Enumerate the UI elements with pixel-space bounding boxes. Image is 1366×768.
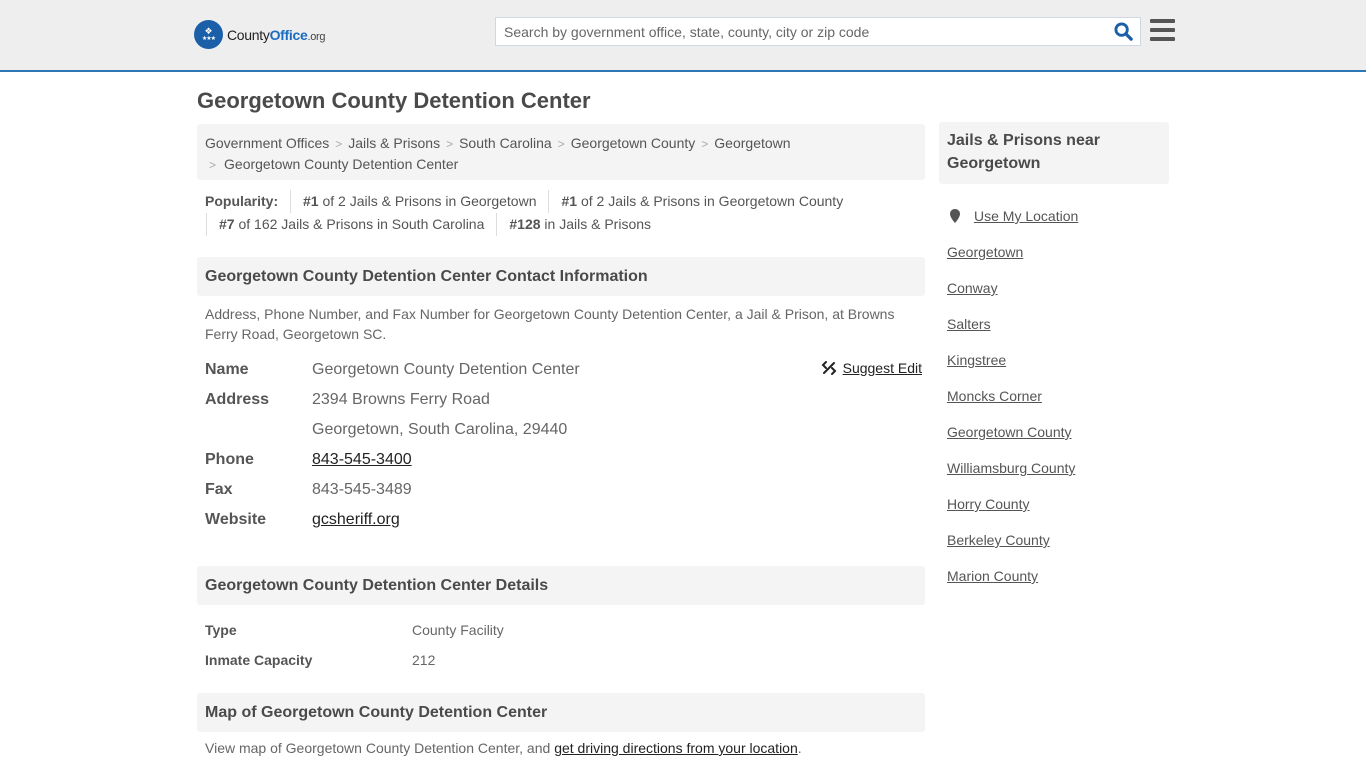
- details-section-heading: Georgetown County Detention Center Detai…: [197, 566, 925, 605]
- breadcrumb-separator: >: [335, 137, 343, 151]
- contact-row-fax: Fax 843-545-3489: [205, 481, 412, 498]
- page-title: Georgetown County Detention Center: [197, 88, 591, 113]
- breadcrumb-current: Georgetown County Detention Center: [224, 156, 459, 172]
- popularity-rankings: Popularity: #1 of 2 Jails & Prisons in G…: [205, 190, 925, 236]
- nearby-item: Georgetown: [947, 234, 1167, 270]
- nearby-link[interactable]: Marion County: [947, 568, 1038, 584]
- map-note: View map of Georgetown County Detention …: [205, 740, 802, 756]
- popularity-label: Popularity:: [205, 193, 279, 209]
- logo-text: CountyOffice.org: [227, 26, 326, 43]
- breadcrumb-separator: >: [701, 137, 709, 151]
- nearby-item: Marion County: [947, 558, 1167, 594]
- website-link[interactable]: gcsheriff.org: [312, 511, 400, 528]
- contact-section-heading: Georgetown County Detention Center Conta…: [197, 257, 925, 296]
- search-input[interactable]: [496, 18, 1106, 45]
- breadcrumb-item[interactable]: Government Offices: [205, 135, 329, 151]
- breadcrumb: Government Offices > Jails & Prisons > South…: [197, 124, 925, 180]
- use-my-location[interactable]: Use My Location: [947, 198, 1167, 234]
- nearby-link[interactable]: Berkeley County: [947, 532, 1050, 548]
- nearby-link[interactable]: Horry County: [947, 496, 1029, 512]
- map-pin-icon: [950, 209, 960, 223]
- fax-number: 843-545-3489: [312, 481, 412, 498]
- nearby-item: Williamsburg County: [947, 450, 1167, 486]
- details-table: Type County Facility Inmate Capacity 212: [205, 615, 925, 675]
- nearby-item: Georgetown County: [947, 414, 1167, 450]
- search-icon: [1113, 22, 1133, 41]
- nearby-item: Conway: [947, 270, 1167, 306]
- breadcrumb-separator: >: [209, 158, 217, 172]
- nearby-item: Moncks Corner: [947, 378, 1167, 414]
- breadcrumb-separator: >: [446, 137, 454, 151]
- suggest-edit[interactable]: Suggest Edit: [821, 360, 922, 376]
- details-row: Type County Facility: [205, 622, 504, 638]
- facility-name: Georgetown County Detention Center: [312, 361, 580, 378]
- nearby-link[interactable]: Conway: [947, 280, 998, 296]
- use-my-location-link[interactable]: Use My Location: [974, 208, 1078, 224]
- popularity-item: #7 of 162 Jails & Prisons in South Carol…: [206, 213, 496, 236]
- contact-row-website: Website gcsheriff.org: [205, 511, 400, 528]
- nearby-link[interactable]: Moncks Corner: [947, 388, 1042, 404]
- nearby-item: Berkeley County: [947, 522, 1167, 558]
- nearby-link[interactable]: Georgetown County: [947, 424, 1072, 440]
- breadcrumb-separator: >: [557, 137, 565, 151]
- breadcrumb-item[interactable]: Georgetown: [714, 135, 790, 151]
- suggest-edit-link[interactable]: Suggest Edit: [843, 360, 922, 376]
- search-bar: [495, 17, 1141, 46]
- nearby-link[interactable]: Kingstree: [947, 352, 1006, 368]
- eagle-logo-icon: ❖ ★★★: [194, 20, 223, 49]
- map-section-heading: Map of Georgetown County Detention Cente…: [197, 693, 925, 732]
- nearby-list: Use My Location Georgetown Conway Salter…: [947, 198, 1167, 594]
- nearby-item: Kingstree: [947, 342, 1167, 378]
- search-button[interactable]: [1106, 18, 1140, 45]
- popularity-item: #128 in Jails & Prisons: [496, 213, 663, 236]
- hamburger-menu-icon[interactable]: [1150, 19, 1175, 41]
- nearby-item: Horry County: [947, 486, 1167, 522]
- popularity-item: #1 of 2 Jails & Prisons in Georgetown Co…: [548, 190, 855, 213]
- address-line1: 2394 Browns Ferry Road: [312, 391, 490, 408]
- contact-row-name: Name Georgetown County Detention Center: [205, 361, 580, 378]
- nearby-link[interactable]: Salters: [947, 316, 991, 332]
- contact-row-address2: Georgetown, South Carolina, 29440: [205, 415, 925, 445]
- nearby-link[interactable]: Georgetown: [947, 244, 1023, 260]
- popularity-item: #1 of 2 Jails & Prisons in Georgetown: [290, 190, 548, 213]
- site-header: ❖ ★★★ CountyOffice.org: [0, 0, 1366, 72]
- nearby-item: Salters: [947, 306, 1167, 342]
- breadcrumb-item[interactable]: South Carolina: [459, 135, 552, 151]
- phone-link[interactable]: 843-545-3400: [312, 451, 412, 468]
- contact-info: Suggest Edit Name Georgetown County Deten…: [205, 355, 925, 535]
- address-line2: Georgetown, South Carolina, 29440: [312, 421, 568, 438]
- breadcrumb-item[interactable]: Jails & Prisons: [348, 135, 440, 151]
- driving-directions-link[interactable]: get driving directions from your locatio…: [554, 740, 798, 756]
- contact-row-address: Address 2394 Browns Ferry Road: [205, 391, 490, 408]
- nearby-link[interactable]: Williamsburg County: [947, 460, 1075, 476]
- broken-link-icon: [821, 361, 837, 375]
- site-logo[interactable]: ❖ ★★★ CountyOffice.org: [194, 20, 326, 49]
- details-row: Inmate Capacity 212: [205, 652, 436, 668]
- breadcrumb-item[interactable]: Georgetown County: [571, 135, 696, 151]
- contact-intro: Address, Phone Number, and Fax Number fo…: [205, 306, 895, 342]
- sidebar-heading: Jails & Prisons near Georgetown: [939, 122, 1169, 184]
- contact-row-phone: Phone 843-545-3400: [205, 451, 412, 468]
